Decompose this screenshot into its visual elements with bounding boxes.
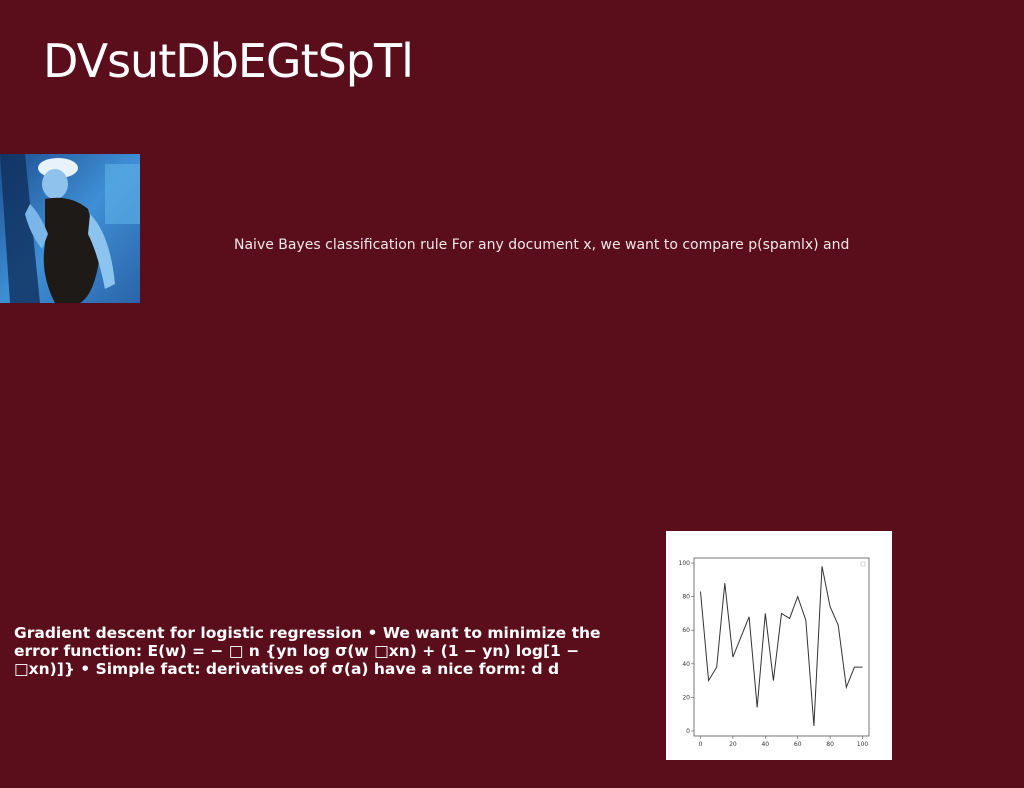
y-tick-label: 80 [682,594,690,601]
person-photo [0,154,140,303]
gradient-descent-text: Gradient descent for logistic regression… [14,624,601,678]
x-tick-label: 40 [761,741,769,748]
y-tick-label: 20 [682,694,690,701]
y-tick-label: 60 [682,627,690,634]
x-tick-label: 20 [729,741,737,748]
plot-frame [693,557,870,737]
naive-bayes-text: Naive Bayes classification rule For any … [234,237,850,253]
x-tick-label: 80 [826,741,834,748]
slide-title: DVsutDbEGtSpTl [43,34,414,88]
series-line [699,566,863,726]
y-tick-label: 100 [679,560,691,567]
x-tick-label: 0 [699,741,703,748]
y-tick-label: 0 [686,728,690,735]
legend-box [860,561,866,567]
x-tick-label: 100 [857,741,869,748]
line-chart: 0 20 40 60 80 100 0 20 40 60 80 100 [666,531,892,760]
x-tick-label: 60 [794,741,802,748]
y-tick-label: 40 [682,661,690,668]
